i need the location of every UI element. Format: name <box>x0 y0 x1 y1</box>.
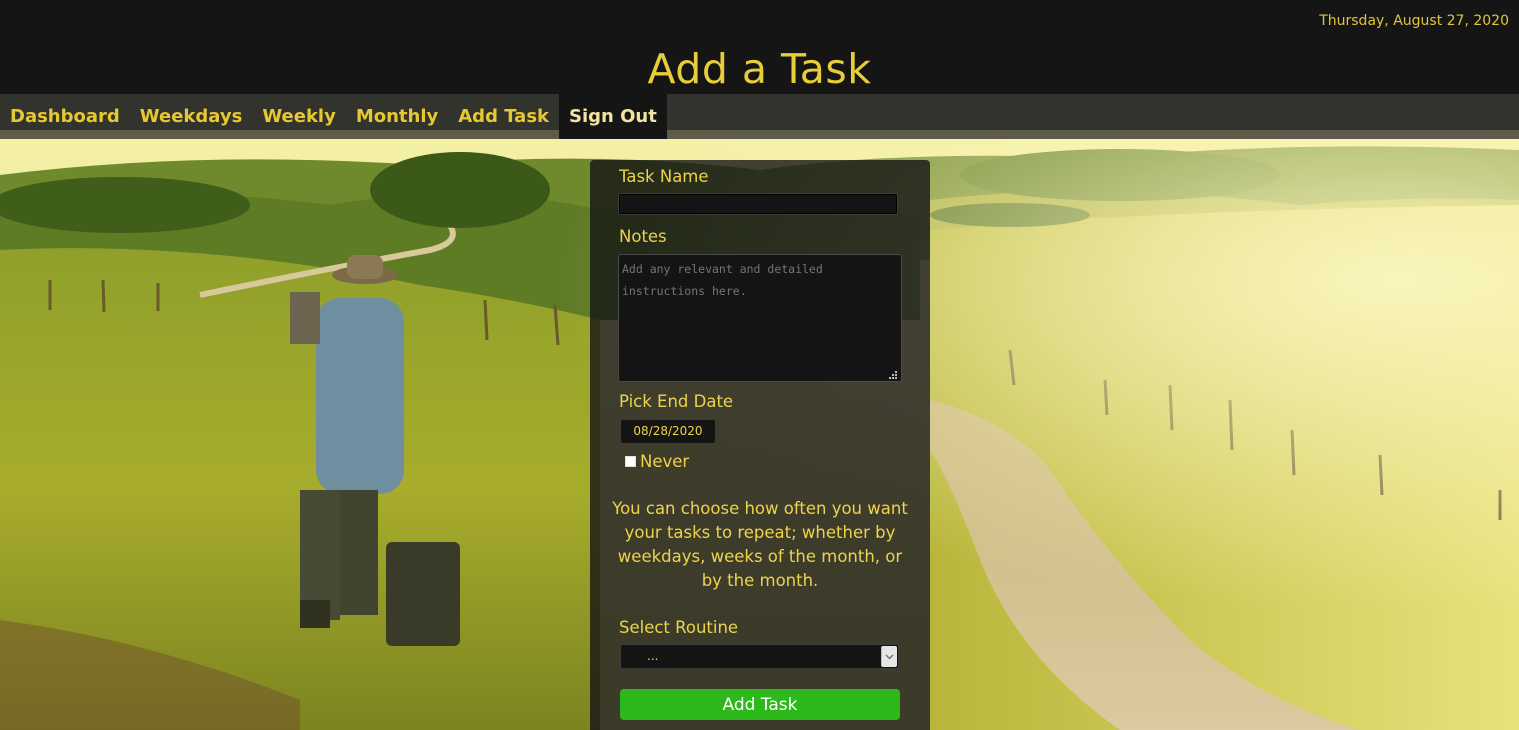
nav-item-weekdays[interactable]: Weekdays <box>130 94 253 139</box>
add-task-form: Task Name Notes Pick End Date 08/28/2020… <box>590 160 930 730</box>
nav-item-monthly[interactable]: Monthly <box>346 94 448 139</box>
routine-select-value: ... <box>647 649 659 663</box>
current-date: Thursday, August 27, 2020 <box>1319 13 1509 29</box>
chevron-down-icon[interactable] <box>881 646 897 667</box>
end-date-label: Pick End Date <box>619 392 734 411</box>
page-title: Add a Task <box>647 45 872 93</box>
task-name-input[interactable] <box>618 193 898 215</box>
routine-info-text: You can choose how often you want your t… <box>612 499 908 590</box>
nav-item-weekly[interactable]: Weekly <box>252 94 346 139</box>
notes-label: Notes <box>619 227 667 246</box>
end-date-input[interactable]: 08/28/2020 <box>620 419 716 444</box>
nav-bar: Dashboard Weekdays Weekly Monthly Add Ta… <box>0 94 1519 139</box>
never-checkbox[interactable] <box>625 456 636 467</box>
routine-select[interactable]: ... <box>620 644 899 669</box>
routine-label: Select Routine <box>619 618 739 637</box>
header: Thursday, August 27, 2020 Add a Task <box>0 0 1519 94</box>
add-task-button[interactable]: Add Task <box>620 689 900 720</box>
notes-textarea[interactable] <box>618 254 902 382</box>
nav-item-dashboard[interactable]: Dashboard <box>0 94 130 139</box>
resize-grip-icon[interactable] <box>888 370 898 380</box>
never-label: Never <box>640 452 690 471</box>
nav-item-add-task[interactable]: Add Task <box>448 94 559 139</box>
task-name-label: Task Name <box>619 167 709 186</box>
nav-item-sign-out[interactable]: Sign Out <box>559 94 667 139</box>
app-root: Thursday, August 27, 2020 Add a Task Das… <box>0 0 1519 730</box>
